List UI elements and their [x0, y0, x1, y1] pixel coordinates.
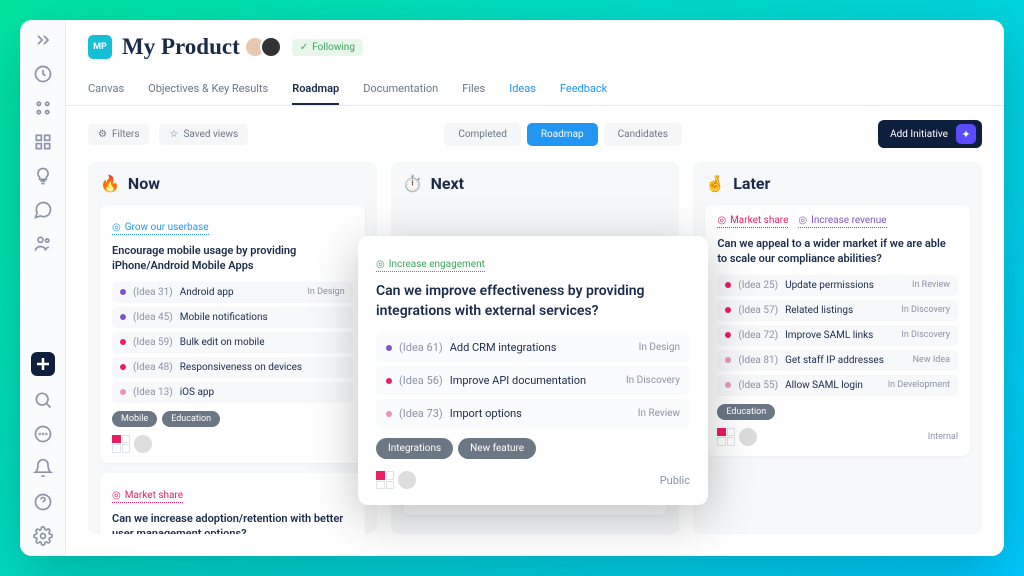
team-icon[interactable] — [33, 234, 53, 254]
objective-link[interactable]: ◎Increase engagement — [376, 259, 485, 272]
following-badge[interactable]: ✓ Following — [292, 39, 363, 56]
product-title: My Product — [122, 34, 240, 60]
idea-row[interactable]: (Idea 45)Mobile notifications — [112, 307, 353, 328]
member-avatars[interactable] — [250, 36, 282, 58]
idea-row[interactable]: (Idea 56)Improve API documentationIn Dis… — [376, 366, 690, 395]
grid-icon[interactable] — [33, 98, 53, 118]
card-title: Can we appeal to a wider market if we ar… — [717, 236, 958, 267]
tab-files[interactable]: Files — [462, 74, 485, 105]
add-initiative-button[interactable]: Add Initiative ✦ — [878, 120, 982, 148]
column-later: 🤞 Later ◎Market share ◎Increase revenue … — [693, 162, 982, 534]
view-segment: Completed Roadmap Candidates — [444, 123, 682, 146]
initiative-card[interactable]: ◎Market share Can we increase adoption/r… — [100, 473, 365, 534]
header: MP My Product ✓ Following Canvas Objecti… — [66, 20, 1004, 106]
priority-matrix-icon[interactable] — [112, 435, 130, 453]
tag[interactable]: Education — [717, 404, 775, 420]
clock-icon: ⏱️ — [403, 174, 423, 193]
visibility-label: Internal — [928, 432, 958, 442]
sidebar — [20, 20, 66, 556]
column-title: Later — [733, 174, 770, 193]
idea-row[interactable]: (Idea 61)Add CRM integrationsIn Design — [376, 333, 690, 362]
idea-row[interactable]: (Idea 31)Android appIn Design — [112, 282, 353, 303]
fingers-crossed-icon: 🤞 — [705, 174, 725, 193]
card-title: Encourage mobile usage by providing iPho… — [112, 243, 353, 274]
product-logo: MP — [88, 35, 112, 59]
visibility-label: Public — [660, 474, 690, 487]
tab-roadmap[interactable]: Roadmap — [292, 74, 339, 105]
idea-row[interactable]: (Idea 57)Related listingsIn Discovery — [717, 300, 958, 321]
target-icon: ◎ — [112, 490, 121, 501]
seg-completed[interactable]: Completed — [444, 123, 521, 146]
collapse-icon[interactable] — [33, 30, 53, 50]
initiative-modal: ◎Increase engagement Can we improve effe… — [358, 236, 708, 505]
objective-link[interactable]: ◎Grow our userbase — [112, 222, 209, 235]
target-icon: ◎ — [798, 215, 807, 226]
idea-row[interactable]: (Idea 59)Bulk edit on mobile — [112, 332, 353, 353]
nav-tabs: Canvas Objectives & Key Results Roadmap … — [66, 74, 1004, 106]
assignee-avatar[interactable] — [739, 428, 757, 446]
add-icon[interactable] — [31, 352, 55, 376]
avatar — [260, 36, 282, 58]
target-icon: ◎ — [717, 215, 726, 226]
idea-row[interactable]: (Idea 25)Update permissionsIn Review — [717, 275, 958, 296]
objective-link[interactable]: ◎Market share — [112, 490, 183, 503]
dashboard-icon[interactable] — [33, 64, 53, 84]
tab-okr[interactable]: Objectives & Key Results — [148, 74, 268, 105]
tab-ideas[interactable]: Ideas — [509, 74, 536, 105]
chat-icon[interactable] — [33, 424, 53, 444]
seg-roadmap[interactable]: Roadmap — [527, 123, 598, 146]
fire-icon: 🔥 — [100, 174, 120, 193]
target-icon: ◎ — [112, 222, 121, 233]
feedback-icon[interactable] — [33, 200, 53, 220]
idea-row[interactable]: (Idea 81)Get staff IP addressesNew Idea — [717, 350, 958, 371]
lightbulb-icon[interactable] — [33, 166, 53, 186]
settings-icon[interactable] — [33, 526, 53, 546]
column-title: Now — [128, 174, 160, 193]
sparkle-icon: ✦ — [956, 124, 976, 144]
star-icon: ☆ — [169, 129, 178, 140]
tab-feedback[interactable]: Feedback — [560, 74, 607, 105]
app-window: MP My Product ✓ Following Canvas Objecti… — [20, 20, 1004, 556]
search-icon[interactable] — [33, 390, 53, 410]
objective-link[interactable]: ◎Increase revenue — [798, 215, 886, 228]
notifications-icon[interactable] — [33, 458, 53, 478]
idea-row[interactable]: (Idea 13)iOS app — [112, 382, 353, 403]
tag[interactable]: Mobile — [112, 411, 157, 427]
initiative-card[interactable]: ◎Market share ◎Increase revenue Can we a… — [705, 205, 970, 456]
help-icon[interactable] — [33, 492, 53, 512]
tab-canvas[interactable]: Canvas — [88, 74, 124, 105]
card-title: Can we increase adoption/retention with … — [112, 511, 353, 534]
idea-row[interactable]: (Idea 72)Improve SAML linksIn Discovery — [717, 325, 958, 346]
idea-row[interactable]: (Idea 55)Allow SAML loginIn Development — [717, 375, 958, 396]
tag[interactable]: New feature — [458, 438, 536, 459]
priority-matrix-icon[interactable] — [717, 428, 735, 446]
seg-candidates[interactable]: Candidates — [604, 123, 682, 146]
column-title: Next — [431, 174, 464, 193]
filters-button[interactable]: ⚙ Filters — [88, 124, 149, 145]
target-icon: ◎ — [376, 259, 385, 270]
check-icon: ✓ — [300, 42, 308, 53]
modal-title: Can we improve effectiveness by providin… — [376, 282, 690, 321]
apps-icon[interactable] — [33, 132, 53, 152]
toolbar: ⚙ Filters ☆ Saved views Completed Roadma… — [66, 106, 1004, 162]
idea-row[interactable]: (Idea 48)Responsiveness on devices — [112, 357, 353, 378]
tab-documentation[interactable]: Documentation — [363, 74, 438, 105]
assignee-avatar[interactable] — [398, 471, 416, 489]
filter-icon: ⚙ — [98, 129, 107, 140]
column-now: 🔥 Now ◎Grow our userbase Encourage mobil… — [88, 162, 377, 534]
objective-link[interactable]: ◎Market share — [717, 215, 788, 228]
assignee-avatar[interactable] — [134, 435, 152, 453]
idea-row[interactable]: (Idea 73)Import optionsIn Review — [376, 399, 690, 428]
saved-views-button[interactable]: ☆ Saved views — [159, 124, 248, 145]
priority-matrix-icon[interactable] — [376, 471, 394, 489]
tag[interactable]: Education — [162, 411, 220, 427]
initiative-card[interactable]: ◎Grow our userbase Encourage mobile usag… — [100, 205, 365, 463]
tag[interactable]: Integrations — [376, 438, 453, 459]
